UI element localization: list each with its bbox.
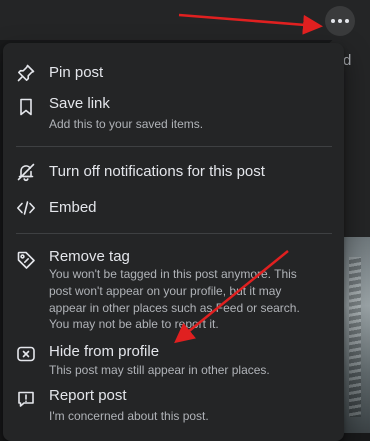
menu-item-description: You won't be tagged in this post anymore… xyxy=(49,267,300,332)
menu-item-label: Report post xyxy=(49,387,127,404)
code-icon xyxy=(16,198,36,218)
menu-divider xyxy=(16,146,332,147)
menu-item-label: Pin post xyxy=(49,64,104,81)
three-dots-icon xyxy=(331,19,335,23)
menu-item-description: This post may still appear in other plac… xyxy=(49,363,270,377)
menu-item-label: Remove tag xyxy=(49,248,130,265)
menu-item-hide-from-profile[interactable]: Hide from profile This post may still ap… xyxy=(8,339,338,381)
menu-item-label: Save link xyxy=(49,95,110,112)
menu-item-description: I'm concerned about this post. xyxy=(49,409,209,423)
menu-item-save-link[interactable]: Save link Add this to your saved items. xyxy=(8,91,338,137)
background-post-image xyxy=(344,237,370,433)
menu-item-label: Hide from profile xyxy=(49,343,160,360)
menu-item-label: Embed xyxy=(49,199,97,216)
more-options-button[interactable] xyxy=(325,6,355,36)
menu-item-embed[interactable]: Embed xyxy=(8,192,338,224)
menu-item-pin-post[interactable]: Pin post xyxy=(8,57,338,89)
menu-item-turn-off-notifications[interactable]: Turn off notifications for this post xyxy=(8,156,338,188)
menu-item-report-post[interactable]: Report post I'm concerned about this pos… xyxy=(8,383,338,427)
background-partial-text: d xyxy=(343,52,352,69)
bookmark-icon xyxy=(16,97,36,117)
top-bar xyxy=(0,0,370,40)
bell-off-icon xyxy=(16,162,36,182)
tag-remove-icon xyxy=(16,250,36,270)
pin-icon xyxy=(16,63,36,83)
menu-divider xyxy=(16,233,332,234)
report-icon xyxy=(16,389,36,409)
menu-item-label: Turn off notifications for this post xyxy=(49,163,265,180)
menu-item-description: Add this to your saved items. xyxy=(49,117,204,131)
hide-x-icon xyxy=(16,344,36,364)
post-options-menu: Pin post Save link Add this to your save… xyxy=(3,43,344,441)
menu-item-remove-tag[interactable]: Remove tag You won't be tagged in this p… xyxy=(8,241,338,335)
